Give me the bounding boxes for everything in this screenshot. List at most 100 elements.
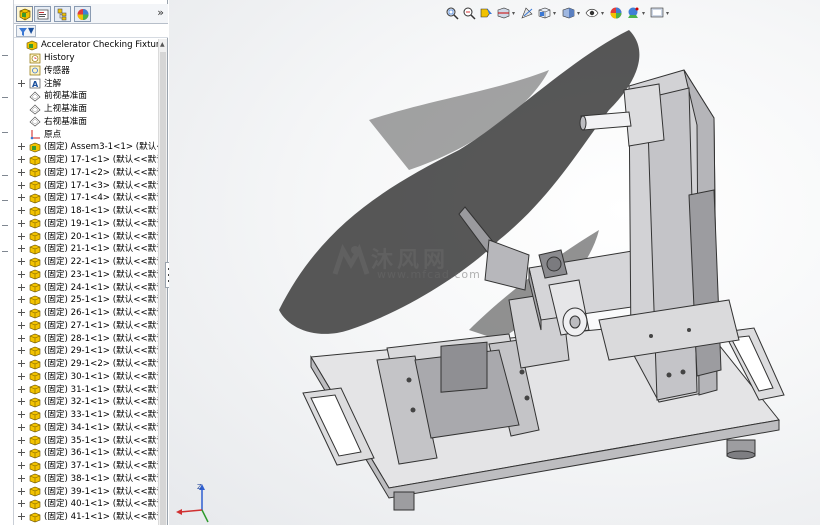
hide-show-items-button[interactable] xyxy=(584,5,601,21)
tree-item[interactable]: (固定) 23-1<1> (默认<<默认 xyxy=(14,269,158,282)
previous-view-button[interactable] xyxy=(478,5,495,21)
expand-toggle-icon[interactable] xyxy=(18,309,26,317)
expand-toggle-icon[interactable] xyxy=(18,296,26,304)
dynamic-annotation-button[interactable] xyxy=(519,5,536,21)
tree-item[interactable]: History xyxy=(14,52,158,65)
tree-item[interactable]: (固定) 32-1<1> (默认<<默认 xyxy=(14,396,158,409)
part-icon xyxy=(29,397,41,408)
dropdown-caret-icon[interactable]: ▾ xyxy=(512,10,519,17)
tree-item[interactable]: (固定) 17-1<4> (默认<<默认 xyxy=(14,192,158,205)
expand-toggle-icon[interactable] xyxy=(18,219,26,228)
zoom-to-fit-button[interactable] xyxy=(444,5,461,21)
tree-item[interactable]: (固定) 35-1<1> (默认<<默认 xyxy=(14,434,158,447)
expand-toggle-icon[interactable] xyxy=(18,232,26,241)
expand-toggle-icon[interactable] xyxy=(18,449,26,457)
tree-item[interactable]: (固定) 27-1<1> (默认<<默认 xyxy=(14,320,158,333)
tree-item[interactable]: (固定) 30-1<1> (默认<<默认 xyxy=(14,371,158,384)
tree-item[interactable]: (固定) 17-1<1> (默认<<默认 xyxy=(14,154,158,167)
expand-toggle-icon[interactable] xyxy=(18,360,26,368)
edit-appearance-button[interactable] xyxy=(608,5,625,21)
expand-toggle-icon[interactable] xyxy=(18,500,26,508)
filter-button[interactable]: ▼ xyxy=(16,25,36,37)
expand-toggle-icon[interactable] xyxy=(18,270,26,279)
expand-toggle-icon[interactable] xyxy=(18,385,26,394)
expand-toggle-icon[interactable] xyxy=(18,436,26,445)
dropdown-caret-icon[interactable]: ▾ xyxy=(666,10,673,17)
expand-toggle-icon[interactable] xyxy=(18,194,26,202)
expand-toggle-icon[interactable] xyxy=(18,181,26,190)
tree-item[interactable]: (固定) 22-1<1> (默认<<默认 xyxy=(14,256,158,269)
expand-toggle-icon[interactable] xyxy=(18,79,26,88)
dropdown-caret-icon[interactable]: ▾ xyxy=(577,10,584,17)
tree-item[interactable]: (固定) 17-1<2> (默认<<默认 xyxy=(14,167,158,180)
expand-toggle-icon[interactable] xyxy=(18,156,26,164)
display-style-button[interactable] xyxy=(560,5,577,21)
displaymanager-tab[interactable] xyxy=(74,6,91,22)
tree-item[interactable]: (固定) 18-1<1> (默认<<默认 xyxy=(14,205,158,218)
tree-item[interactable]: (固定) 34-1<1> (默认<<默认 xyxy=(14,422,158,435)
dropdown-caret-icon[interactable]: ▾ xyxy=(601,10,608,17)
tree-item[interactable]: A 注解 xyxy=(14,77,158,90)
tree-item[interactable]: (固定) 33-1<1> (默认<<默认 xyxy=(14,409,158,422)
tree-root-item[interactable]: Accelerator Checking Fixture ( xyxy=(14,39,158,52)
tree-item[interactable]: (固定) 24-1<1> (默认<<默认 xyxy=(14,281,158,294)
tree-item[interactable]: 原点 xyxy=(14,128,158,141)
tree-item[interactable]: (固定) 17-1<3> (默认<<默认 xyxy=(14,179,158,192)
scroll-thumb[interactable] xyxy=(160,52,166,525)
expand-toggle-icon[interactable] xyxy=(18,398,26,406)
featuremanager-tree-tab[interactable] xyxy=(16,6,33,22)
expand-panel-button[interactable]: » xyxy=(157,6,164,19)
section-view-button[interactable] xyxy=(495,5,512,21)
expand-toggle-icon[interactable] xyxy=(18,258,26,266)
coordinate-triad: Z xyxy=(172,480,212,525)
tree-item[interactable]: (固定) 21-1<1> (默认<<默认 xyxy=(14,243,158,256)
expand-toggle-icon[interactable] xyxy=(18,462,26,470)
tree-item[interactable]: 右视基准面 xyxy=(14,116,158,129)
zoom-to-area-button[interactable] xyxy=(461,5,478,21)
part-icon xyxy=(29,435,41,446)
view-orientation-button[interactable] xyxy=(536,5,553,21)
dropdown-caret-icon[interactable]: ▾ xyxy=(642,10,649,17)
tree-item[interactable]: (固定) 40-1<1> (默认<<默认 xyxy=(14,498,158,511)
tree-item-label: (固定) 17-1<4> (默认<<默认 xyxy=(44,193,158,204)
tree-item[interactable]: (固定) 25-1<1> (默认<<默认 xyxy=(14,294,158,307)
expand-toggle-icon[interactable] xyxy=(18,513,26,521)
tree-item[interactable]: (固定) 31-1<1> (默认<<默认 xyxy=(14,383,158,396)
tree-item[interactable]: (固定) 20-1<1> (默认<<默认 xyxy=(14,230,158,243)
expand-toggle-icon[interactable] xyxy=(18,423,26,432)
view-settings-button[interactable] xyxy=(649,5,666,21)
configurationmanager-tab[interactable] xyxy=(54,6,71,22)
tree-item[interactable]: (固定) 38-1<1> (默认<<默认 xyxy=(14,473,158,486)
graphics-area[interactable]: ▾ ▾ ▾ ▾ ▾ ▾ 沐风网 www.mfcad.com Z xyxy=(169,0,820,525)
tree-item[interactable]: (固定) 26-1<1> (默认<<默认 xyxy=(14,307,158,320)
expand-toggle-icon[interactable] xyxy=(18,207,26,215)
tree-item-label: (固定) 28-1<1> (默认<<默认 xyxy=(44,333,158,344)
tree-item[interactable]: (固定) 19-1<1> (默认<<默认 xyxy=(14,218,158,231)
expand-toggle-icon[interactable] xyxy=(18,347,26,355)
dropdown-caret-icon[interactable]: ▾ xyxy=(553,10,560,17)
propertymanager-tab[interactable] xyxy=(34,6,51,22)
expand-toggle-icon[interactable] xyxy=(18,321,26,330)
tree-item[interactable]: (固定) Assem3-1<1> (默认< xyxy=(14,141,158,154)
tree-item[interactable]: 上视基准面 xyxy=(14,103,158,116)
tree-item[interactable]: (固定) 39-1<1> (默认<<默认 xyxy=(14,485,158,498)
tree-item[interactable]: (固定) 41-1<1> (默认<<默认 xyxy=(14,511,158,524)
apply-scene-button[interactable] xyxy=(625,5,642,21)
expand-toggle-icon[interactable] xyxy=(18,143,26,151)
tree-item[interactable]: (固定) 37-1<1> (默认<<默认 xyxy=(14,460,158,473)
tree-item[interactable]: (固定) 29-1<1> (默认<<默认 xyxy=(14,345,158,358)
expand-toggle-icon[interactable] xyxy=(18,168,26,177)
expand-toggle-icon[interactable] xyxy=(18,487,26,496)
expand-toggle-icon[interactable] xyxy=(18,283,26,292)
tree-item[interactable]: 传感器 xyxy=(14,65,158,78)
expand-toggle-icon[interactable] xyxy=(18,372,26,381)
expand-toggle-icon[interactable] xyxy=(18,245,26,253)
tree-item[interactable]: 前视基准面 xyxy=(14,90,158,103)
tree-item[interactable]: (固定) 29-1<2> (默认<<默认 xyxy=(14,358,158,371)
tree-item[interactable]: (固定) 28-1<1> (默认<<默认 xyxy=(14,332,158,345)
tree-item[interactable]: (固定) 36-1<1> (默认<<默认 xyxy=(14,447,158,460)
scroll-up-arrow[interactable]: ▲ xyxy=(160,41,165,48)
expand-toggle-icon[interactable] xyxy=(18,334,26,343)
expand-toggle-icon[interactable] xyxy=(18,474,26,483)
expand-toggle-icon[interactable] xyxy=(18,411,26,419)
